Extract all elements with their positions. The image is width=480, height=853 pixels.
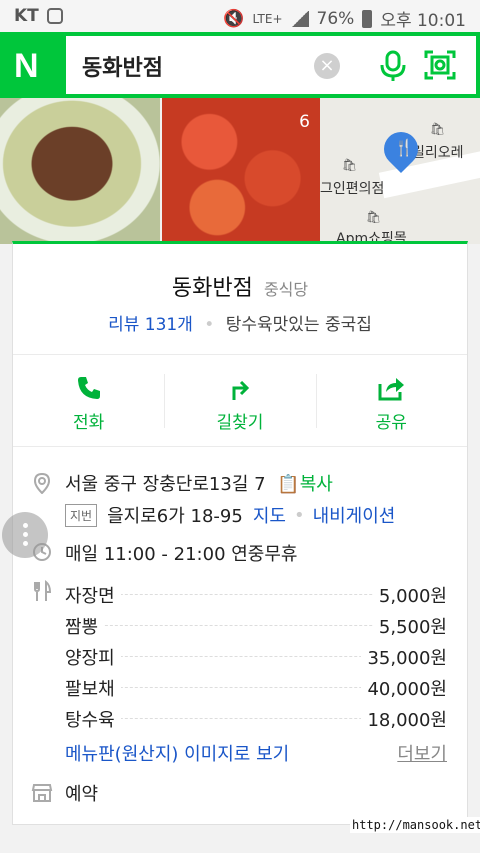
menu-item: 짬뽕 5,500원 <box>65 609 447 640</box>
lens-icon[interactable] <box>424 50 456 80</box>
fork-knife-icon <box>34 580 52 601</box>
menu-item-price: 5,500원 <box>372 613 447 639</box>
menu-item-price: 5,000원 <box>372 582 447 608</box>
menu-item: 탕수육 18,000원 <box>65 702 447 733</box>
food-photo-hamburg[interactable] <box>0 98 160 244</box>
dot-icon <box>23 541 28 546</box>
menu-list: 자장면 5,000원 짬뽕 5,500원 양장피 35,000원 팔보채 40,… <box>65 578 447 733</box>
separator-dot: • <box>293 504 305 526</box>
map-thumbnail[interactable]: 🛍 🛍 🛍 릴리오레 그인편의점 Apm쇼핑몰 🍴 <box>320 98 480 244</box>
battery-percent: 76% <box>316 8 355 29</box>
share-icon <box>378 378 405 401</box>
search-box[interactable]: 동화반점 × <box>66 36 476 94</box>
share-label: 공유 <box>375 413 407 433</box>
food-photo-tangsuyuk[interactable]: 6 <box>162 98 320 244</box>
phone-icon <box>77 377 100 399</box>
mute-icon: 🔇 <box>223 8 245 29</box>
divider <box>13 446 467 447</box>
place-category: 중식당 <box>263 280 309 299</box>
business-hours: 매일 11:00 - 21:00 연중무휴 <box>65 544 298 565</box>
menu-item-name: 팔보채 <box>65 675 121 701</box>
shopping-bag-icon: 🛍 <box>430 122 446 136</box>
signal-icon <box>290 10 309 27</box>
reservation-link[interactable]: 예약 <box>65 780 98 806</box>
watermark: http://mansook.net <box>350 817 480 833</box>
call-button[interactable]: 전화 <box>13 356 164 446</box>
map-label: 릴리오레 <box>412 145 464 161</box>
divider <box>13 354 467 355</box>
place-title: 동화반점 중식당 <box>13 270 467 302</box>
menu-item-name: 자장면 <box>65 582 121 608</box>
action-bar: 전화 길찾기 공유 <box>13 356 467 446</box>
place-subtitle: 리뷰 131개 • 탕수육맛있는 중국집 <box>13 310 467 335</box>
menu-item: 팔보채 40,000원 <box>65 671 447 702</box>
menu-image-link[interactable]: 메뉴판(원산지) 이미지로 보기 <box>65 744 289 765</box>
navigation-link[interactable]: 내비게이션 <box>313 502 396 528</box>
reviews-link[interactable]: 리뷰 131개 <box>108 315 193 335</box>
directions-button[interactable]: 길찾기 <box>164 356 315 446</box>
call-label: 전화 <box>73 413 105 433</box>
more-menu-button[interactable] <box>2 512 48 558</box>
shopping-bag-icon: 🛍 <box>342 158 358 172</box>
menu-item: 자장면 5,000원 <box>65 578 447 609</box>
menu-item-name: 양장피 <box>65 644 121 670</box>
map-label: 그인편의점 <box>320 181 385 197</box>
address: 서울 중구 장충단로13길 7 📋복사 <box>65 470 333 496</box>
naver-logo[interactable]: N <box>14 49 50 83</box>
shopping-bag-icon: 🛍 <box>366 210 382 224</box>
dot-icon <box>23 523 28 528</box>
copy-button[interactable]: 📋복사 <box>277 474 333 495</box>
battery-icon <box>362 9 373 28</box>
menu-item-price: 18,000원 <box>361 706 447 732</box>
location-pin-icon <box>33 472 51 494</box>
menu-item-name: 탕수육 <box>65 706 121 732</box>
more-button[interactable]: 더보기 <box>397 740 447 766</box>
jibun-address: 을지로6가 18-95 <box>107 506 243 527</box>
copy-icon: 📋 <box>277 474 300 495</box>
fork-knife-icon: 🍴 <box>394 138 414 157</box>
search-query[interactable]: 동화반점 <box>82 50 163 82</box>
place-name: 동화반점 <box>171 276 253 301</box>
share-button[interactable]: 공유 <box>315 356 467 446</box>
place-tagline: 탕수육맛있는 중국집 <box>225 315 372 335</box>
carrier-label: KT <box>14 6 39 26</box>
close-icon[interactable]: × <box>314 53 340 79</box>
network-label: LTE+ <box>252 11 283 26</box>
jibun-address-row: 지번 을지로6가 18-95 지도 • 내비게이션 <box>65 502 395 528</box>
directions-label: 길찾기 <box>216 413 264 433</box>
photo-strip: 6 🛍 🛍 🛍 릴리오레 그인편의점 Apm쇼핑몰 🍴 <box>0 98 480 244</box>
menu-item-price: 40,000원 <box>361 675 447 701</box>
clock: 오후 10:01 <box>380 11 466 31</box>
menu-item-name: 짬뽕 <box>65 613 105 639</box>
status-bar: KT 🔇 LTE+ 76% 오후 10:01 <box>0 0 480 32</box>
menu-item: 양장피 35,000원 <box>65 640 447 671</box>
instagram-icon <box>46 8 63 24</box>
place-card: 동화반점 중식당 리뷰 131개 • 탕수육맛있는 중국집 전화 길찾기 공유 <box>12 241 468 825</box>
separator-dot: • <box>204 315 215 335</box>
jibun-badge: 지번 <box>65 503 98 527</box>
dot-icon <box>23 532 28 537</box>
store-icon <box>31 784 53 802</box>
map-link[interactable]: 지도 <box>253 502 286 528</box>
menu-item-price: 35,000원 <box>361 644 447 670</box>
menu-links: 메뉴판(원산지) 이미지로 보기 더보기 <box>65 740 447 766</box>
mic-icon[interactable] <box>378 50 408 82</box>
search-bar: N 동화반점 × <box>0 32 480 98</box>
copy-label: 복사 <box>299 474 333 495</box>
directions-icon <box>232 380 250 400</box>
road-address: 서울 중구 장충단로13길 7 <box>65 474 266 495</box>
photo-count: 6 <box>299 112 310 132</box>
